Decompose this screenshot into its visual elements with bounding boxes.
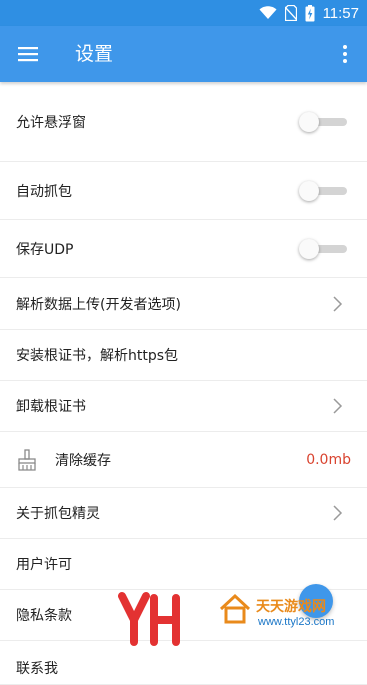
setting-label: 用户许可 [16, 557, 72, 573]
status-time: 11:57 [322, 4, 359, 22]
save-udp-toggle[interactable] [299, 238, 347, 259]
status-bar: 11:57 [0, 0, 367, 26]
watermark-house-icon [219, 593, 251, 624]
no-sim-icon [284, 5, 297, 21]
setting-label: 解析数据上传(开发者选项) [16, 296, 181, 313]
chevron-right-icon [333, 295, 343, 312]
auto-capture-toggle[interactable] [299, 180, 347, 201]
setting-label: 联系我 [16, 661, 58, 677]
watermark-url: www.ttyl23.com [258, 616, 335, 628]
page-title: 设置 [75, 43, 114, 65]
setting-label: 关于抓包精灵 [16, 506, 100, 522]
chevron-right-icon [333, 505, 343, 521]
setting-label: 安装根证书，解析https包 [16, 348, 179, 364]
setting-row-save-udp[interactable]: 保存UDP [0, 220, 367, 278]
setting-row-install-root-cert[interactable]: 安装根证书，解析https包 [0, 330, 367, 381]
setting-row-floating-window[interactable]: 允许悬浮窗 [0, 82, 367, 162]
battery-charging-icon [305, 4, 315, 21]
brush-icon [18, 448, 36, 471]
floating-window-toggle[interactable] [299, 111, 347, 132]
hamburger-menu-icon [18, 47, 38, 62]
watermark-brand: 天天游戏网 [256, 599, 326, 615]
setting-row-clear-cache[interactable]: 清除缓存 0.0mb [0, 432, 367, 488]
setting-row-upload-parsed-data[interactable]: 解析数据上传(开发者选项) [0, 278, 367, 330]
chevron-right-icon [333, 398, 343, 414]
setting-label: 卸载根证书 [16, 399, 86, 415]
more-vert-icon [343, 45, 347, 63]
status-icons: 11:57 [259, 0, 359, 26]
wifi-icon [259, 6, 277, 19]
app-bar: 设置 [0, 26, 367, 82]
setting-label: 自动抓包 [16, 183, 72, 200]
setting-label: 保存UDP [16, 241, 74, 258]
watermark: 天天游戏网 www.ttyl23.com [118, 582, 358, 654]
setting-label: 允许悬浮窗 [16, 114, 86, 131]
setting-row-auto-capture[interactable]: 自动抓包 [0, 162, 367, 220]
setting-label: 隐私条款 [16, 608, 72, 624]
setting-row-about[interactable]: 关于抓包精灵 [0, 488, 367, 539]
setting-row-uninstall-root-cert[interactable]: 卸载根证书 [0, 381, 367, 432]
menu-button[interactable] [12, 38, 44, 70]
more-options-button[interactable] [333, 38, 357, 70]
watermark-logo [118, 592, 180, 646]
setting-label: 清除缓存 [55, 452, 111, 469]
cache-size-value: 0.0mb [306, 451, 351, 468]
